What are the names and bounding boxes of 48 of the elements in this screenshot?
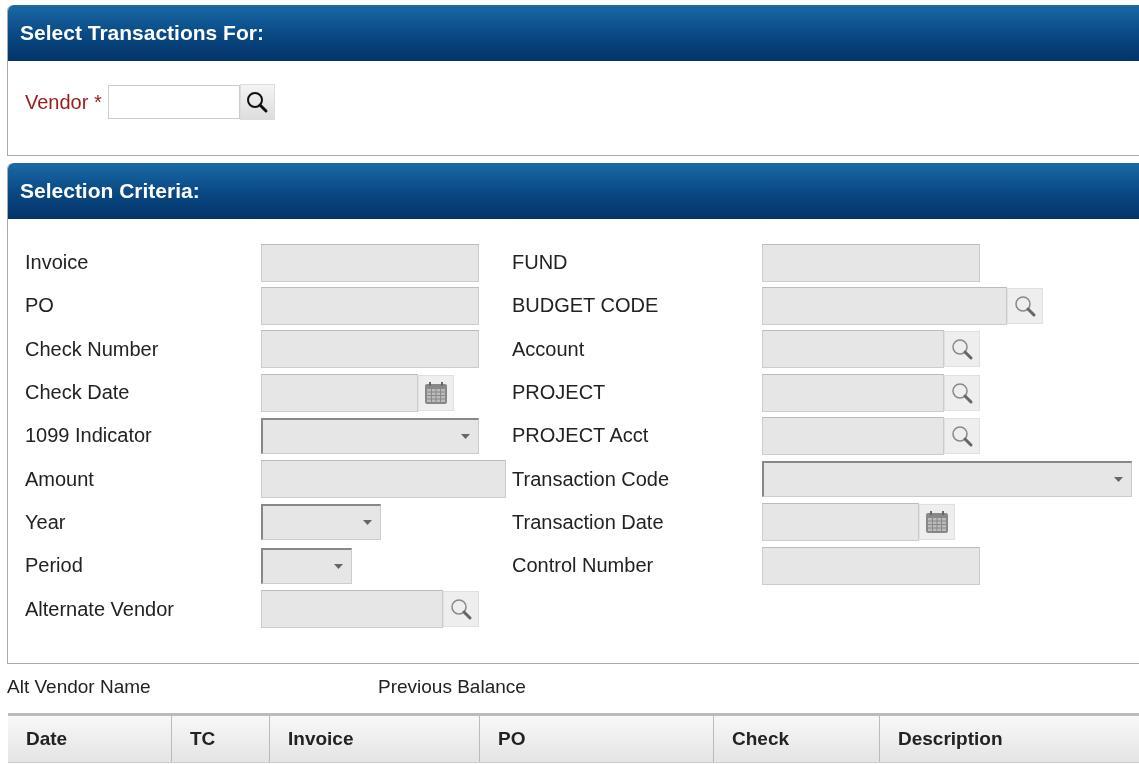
dropdown-caret-icon — [334, 563, 343, 569]
field-label: Year — [25, 510, 67, 534]
dropdown-field[interactable] — [762, 461, 1132, 498]
calendar-icon — [925, 510, 949, 535]
column-header[interactable]: Description — [880, 716, 1139, 762]
panel-header: Select Transactions For: — [8, 5, 1139, 61]
field-label: PROJECT — [512, 381, 607, 405]
search-icon — [245, 90, 270, 114]
column-header[interactable]: Date — [8, 716, 172, 762]
calendar-button[interactable] — [919, 504, 955, 541]
search-icon — [950, 423, 974, 448]
field-label: PO — [25, 294, 55, 318]
dropdown-caret-icon — [363, 520, 372, 526]
search-icon — [950, 337, 974, 362]
panel-header: Selection Criteria: — [8, 163, 1139, 219]
dropdown-field[interactable] — [261, 417, 479, 454]
dropdown-caret-icon — [461, 433, 470, 439]
vendor-label: Vendor * — [25, 90, 102, 114]
field-label: Check Date — [25, 381, 131, 405]
dropdown-field[interactable] — [261, 504, 381, 541]
field-label: Invoice — [25, 251, 90, 275]
field-label: Transaction Date — [512, 510, 665, 534]
field-label: BUDGET CODE — [512, 294, 660, 318]
field-label: Account — [512, 337, 586, 361]
search-button[interactable] — [239, 84, 275, 120]
field-label: Transaction Code — [512, 467, 671, 491]
dropdown-caret-icon — [1114, 477, 1123, 483]
field-label: Period — [25, 554, 84, 578]
field-label: Alternate Vendor — [25, 597, 175, 621]
field-label: Check Number — [25, 337, 160, 361]
field-label: Amount — [25, 467, 95, 491]
alt-vendor-name-label: Alt Vendor Name — [7, 676, 152, 699]
column-header[interactable]: PO — [480, 716, 714, 762]
search-icon — [950, 380, 974, 405]
column-header[interactable]: Invoice — [270, 716, 480, 762]
field-label: 1099 Indicator — [25, 424, 153, 448]
search-icon — [1013, 293, 1037, 318]
calendar-icon — [424, 380, 448, 405]
field-label: Control Number — [512, 554, 655, 578]
field-label: FUND — [512, 251, 569, 275]
field-label: PROJECT Acct — [512, 424, 650, 448]
previous-balance-label: Previous Balance — [378, 676, 526, 699]
column-header[interactable]: Check — [714, 716, 880, 762]
vendor-field[interactable] — [107, 85, 240, 119]
column-header[interactable]: TC — [172, 716, 270, 762]
calendar-button[interactable] — [418, 374, 454, 411]
search-icon — [449, 597, 473, 621]
dropdown-field[interactable] — [261, 547, 352, 584]
